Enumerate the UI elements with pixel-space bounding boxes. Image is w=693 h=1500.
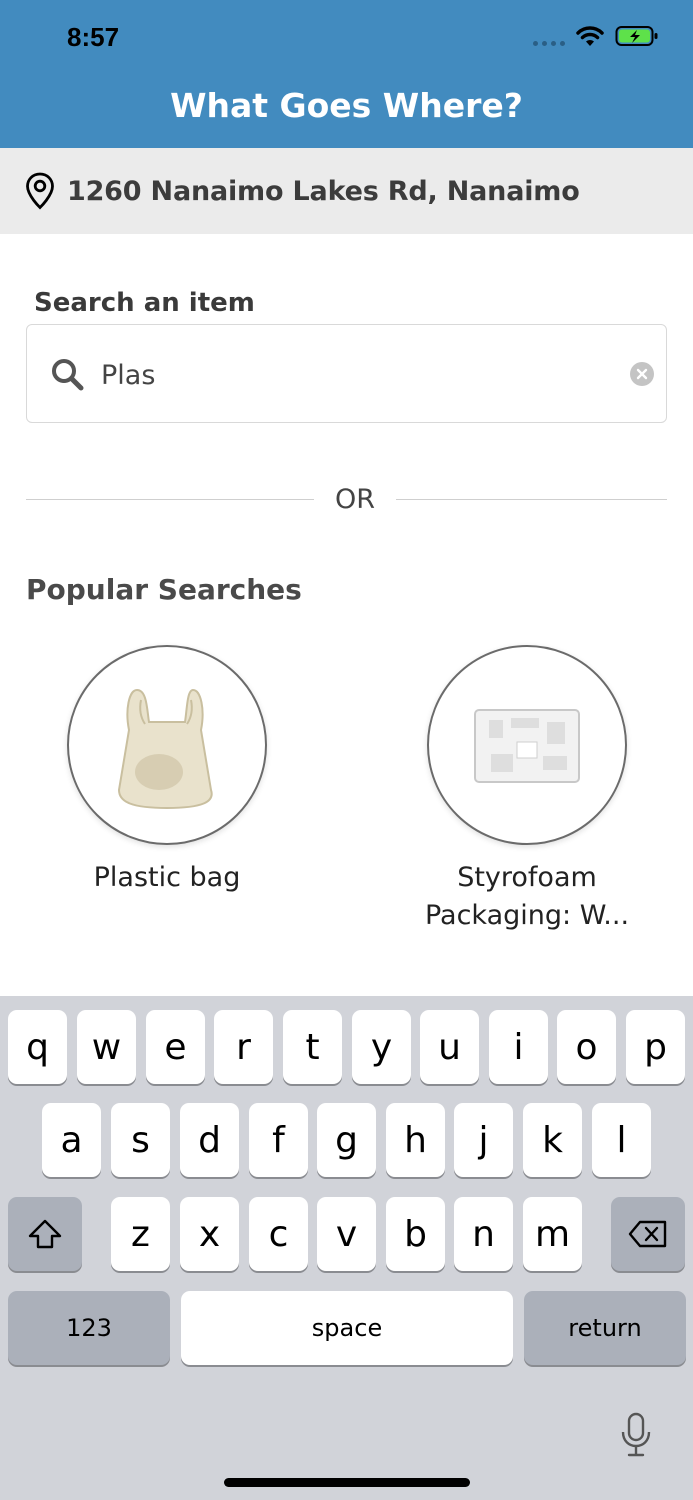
key-k[interactable]: k: [523, 1103, 582, 1177]
shift-key[interactable]: [8, 1197, 82, 1271]
divider-line: [396, 499, 667, 500]
location-pin-icon: [26, 172, 54, 210]
key-m[interactable]: m: [523, 1197, 582, 1271]
key-e[interactable]: e: [146, 1010, 205, 1084]
key-a[interactable]: a: [42, 1103, 101, 1177]
styrofoam-image: [427, 645, 627, 845]
key-f[interactable]: f: [249, 1103, 308, 1177]
app-header: 8:57 What Goes Where?: [0, 0, 693, 148]
search-icon: [52, 359, 84, 391]
location-address: 1260 Nanaimo Lakes Rd, Nanaimo: [67, 175, 580, 207]
backspace-key[interactable]: [611, 1197, 685, 1271]
return-key[interactable]: return: [524, 1291, 686, 1365]
search-label: Search an item: [34, 288, 255, 318]
key-s[interactable]: s: [111, 1103, 170, 1177]
keyboard: q w e r t y u i o p a s d f g h j k l z …: [0, 996, 693, 1500]
key-y[interactable]: y: [352, 1010, 411, 1084]
plastic-bag-image: [67, 645, 267, 845]
or-divider-text: OR: [334, 484, 375, 515]
key-i[interactable]: i: [489, 1010, 548, 1084]
divider-line: [26, 499, 314, 500]
microphone-icon[interactable]: [620, 1412, 652, 1458]
key-u[interactable]: u: [420, 1010, 479, 1084]
search-input[interactable]: [101, 355, 581, 395]
app-title: What Goes Where?: [170, 86, 523, 125]
key-t[interactable]: t: [283, 1010, 342, 1084]
shift-icon: [28, 1219, 62, 1249]
key-c[interactable]: c: [249, 1197, 308, 1271]
numbers-key[interactable]: 123: [8, 1291, 170, 1365]
key-b[interactable]: b: [386, 1197, 445, 1271]
popular-item-styrofoam[interactable]: Styrofoam Packaging: W...: [407, 645, 647, 935]
key-h[interactable]: h: [386, 1103, 445, 1177]
battery-icon: [615, 26, 658, 46]
space-key[interactable]: space: [181, 1291, 513, 1365]
clear-icon[interactable]: [630, 362, 654, 386]
status-time: 8:57: [67, 22, 120, 52]
key-n[interactable]: n: [454, 1197, 513, 1271]
key-l[interactable]: l: [592, 1103, 651, 1177]
key-o[interactable]: o: [557, 1010, 616, 1084]
backspace-icon: [628, 1220, 667, 1248]
popular-searches-title: Popular Searches: [26, 573, 302, 606]
wifi-icon: [576, 26, 604, 46]
key-q[interactable]: q: [8, 1010, 67, 1084]
search-field[interactable]: [26, 324, 667, 423]
popular-item-plastic-bag[interactable]: Plastic bag: [47, 645, 287, 897]
status-icons: [533, 24, 659, 48]
signal-icon: [533, 40, 565, 46]
popular-item-label: Plastic bag: [93, 862, 241, 893]
key-j[interactable]: j: [454, 1103, 513, 1177]
key-r[interactable]: r: [214, 1010, 273, 1084]
key-g[interactable]: g: [317, 1103, 376, 1177]
location-bar[interactable]: 1260 Nanaimo Lakes Rd, Nanaimo: [0, 148, 693, 234]
popular-item-label: Styrofoam Packaging: W...: [424, 862, 630, 931]
key-p[interactable]: p: [626, 1010, 685, 1084]
key-d[interactable]: d: [180, 1103, 239, 1177]
key-v[interactable]: v: [317, 1197, 376, 1271]
key-x[interactable]: x: [180, 1197, 239, 1271]
key-z[interactable]: z: [111, 1197, 170, 1271]
home-indicator: [224, 1478, 470, 1487]
key-w[interactable]: w: [77, 1010, 136, 1084]
